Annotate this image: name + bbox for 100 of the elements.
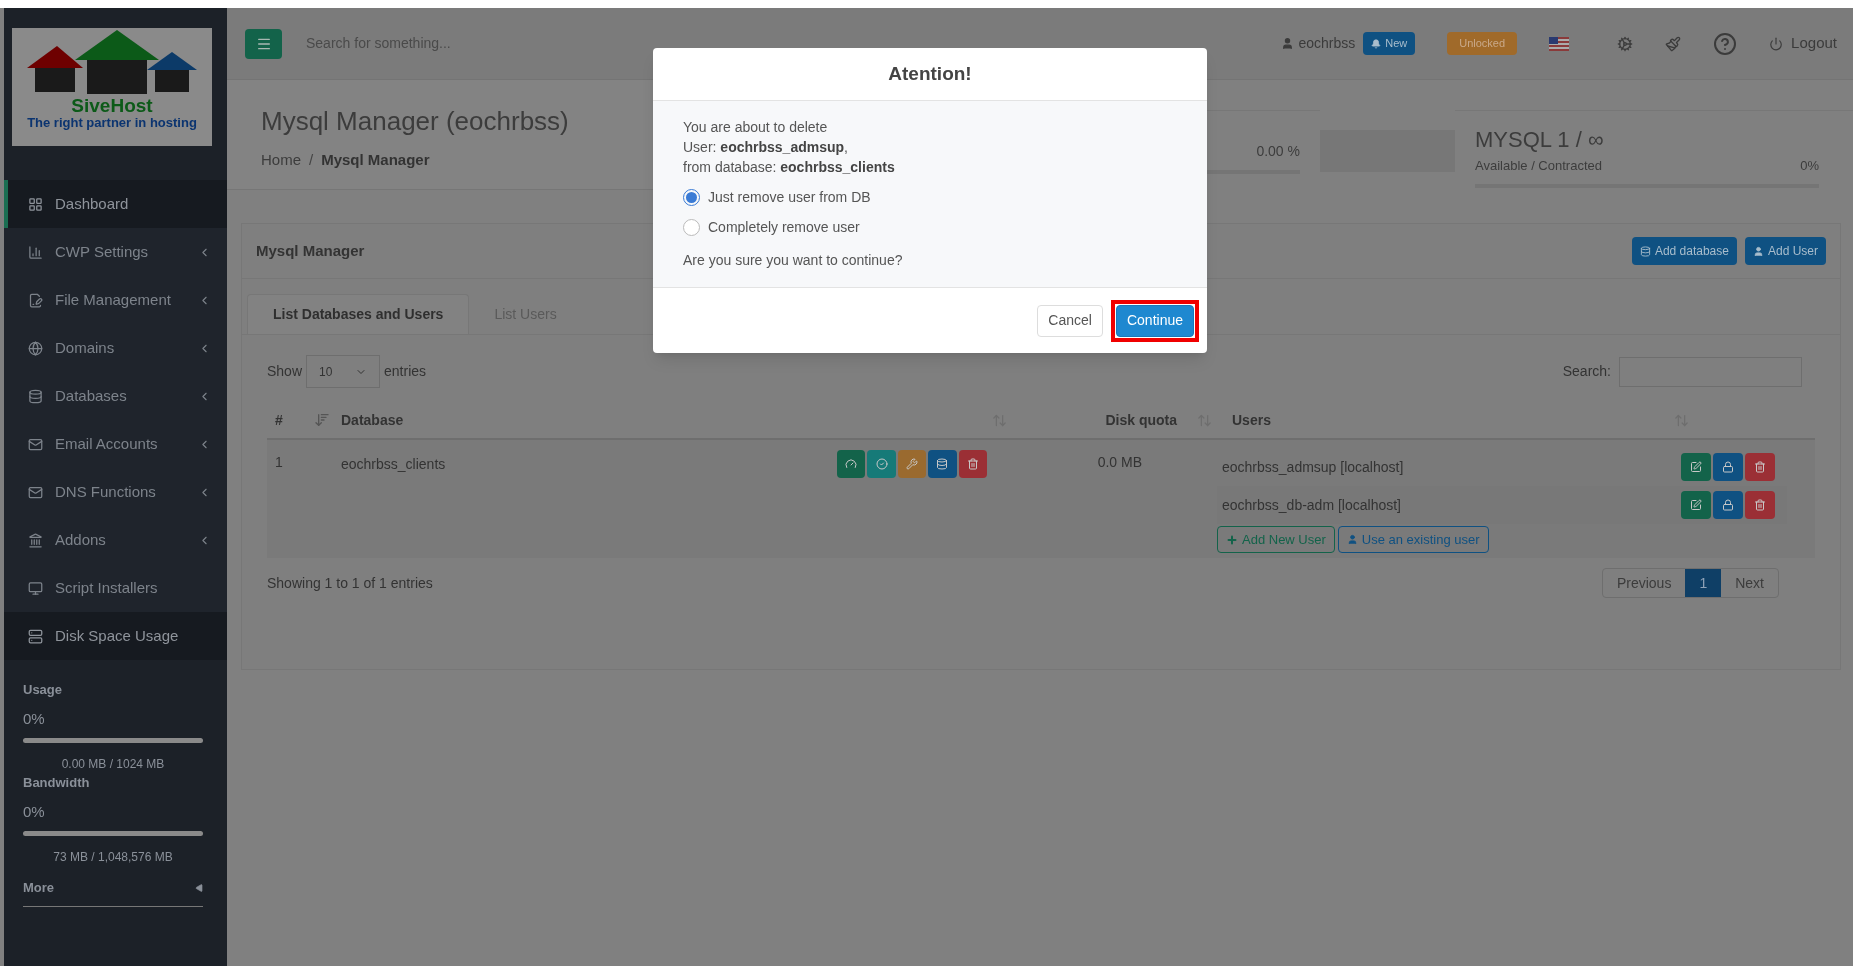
action-button[interactable]: [1681, 453, 1711, 481]
action-button[interactable]: [867, 450, 896, 478]
stat-percent: 0%: [1800, 157, 1819, 175]
action-button[interactable]: [958, 450, 988, 478]
menu-item-icon: [28, 484, 43, 500]
action-button[interactable]: [1681, 491, 1711, 519]
user-icon: [1752, 245, 1764, 257]
menu-item-icon: [28, 580, 43, 596]
database-icon: [936, 458, 949, 470]
tab[interactable]: List Databases and Users: [247, 294, 470, 334]
plus-icon: [1226, 533, 1238, 546]
flag-icon[interactable]: [1549, 36, 1570, 51]
pagination-button[interactable]: Previous: [1602, 569, 1686, 597]
menu-item-icon: [28, 196, 43, 212]
table-cell-text: 1: [274, 453, 284, 472]
action-button[interactable]: [1713, 453, 1743, 481]
dialog-text: You are about to delete: [683, 118, 829, 137]
edit-icon: [1690, 461, 1702, 473]
help-icon[interactable]: [1713, 31, 1738, 56]
lock-icon: [1722, 461, 1734, 473]
sidebar-item[interactable]: Email Accounts: [4, 420, 227, 468]
more-toggle[interactable]: More: [23, 878, 203, 907]
dialog-question: Are you sure you want to continue?: [683, 251, 904, 270]
logo-name: SiveHost: [71, 96, 153, 115]
meter-detail: 73 MB / 1,048,576 MB: [52, 849, 174, 866]
lock-icon: [1722, 499, 1734, 511]
continue-button[interactable]: Continue: [1115, 304, 1194, 337]
add-user-button[interactable]: Add User: [1744, 237, 1826, 265]
menu-item-icon: [28, 628, 43, 644]
pagination-button[interactable]: Next: [1721, 569, 1778, 597]
paintbrush-icon[interactable]: [1665, 35, 1682, 52]
radio-option[interactable]: Completely remove user: [683, 217, 1177, 238]
meter-percent: 0%: [23, 708, 46, 729]
dialog-text: from database: eochrbss_clients: [683, 158, 896, 177]
sidebar-item[interactable]: Dashboard: [4, 180, 227, 228]
radio-option[interactable]: Just remove user from DB: [683, 187, 1177, 208]
entries-select[interactable]: 10: [306, 355, 381, 388]
user-row: eochrbss_admsup [localhost]: [1217, 448, 1787, 486]
menu-item-icon: [28, 532, 43, 548]
wrench-icon: [906, 458, 918, 470]
gauge-icon: [845, 458, 858, 470]
column-header: #: [274, 410, 284, 430]
dialog-title: Atention!: [888, 61, 972, 86]
page-title: Mysql Manager (eochrbss): [261, 105, 569, 138]
table-info: Showing 1 to 1 of 1 entries: [267, 573, 433, 593]
sidebar-item[interactable]: Databases: [4, 372, 227, 420]
pagination-button[interactable]: 1: [1685, 569, 1722, 597]
settings-icon[interactable]: [1617, 35, 1634, 52]
table-cell-text: eochrbss_clients: [340, 455, 447, 474]
show-label: Show: [267, 362, 303, 381]
meter-percent: 0%: [23, 801, 46, 822]
sidebar-item[interactable]: File Management: [4, 276, 227, 324]
breadcrumb-separator: /: [309, 150, 314, 170]
action-button[interactable]: [837, 450, 866, 478]
check-icon: [875, 458, 888, 470]
edit-icon: [1690, 499, 1702, 511]
panel-title: Mysql Manager: [256, 240, 365, 261]
power-icon: [1769, 36, 1784, 51]
unlocked-badge[interactable]: Unlocked: [1447, 32, 1518, 55]
trash-icon: [1754, 499, 1766, 511]
stat-title: MYSQL 1 / ∞: [1475, 126, 1605, 154]
stat-percent: 0.00 %: [1256, 142, 1300, 161]
menu-item-icon: [28, 388, 43, 404]
column-header: Database: [340, 410, 405, 430]
sidebar-item[interactable]: Addons: [4, 516, 227, 564]
table-cell-text: 0.0 MB: [1096, 453, 1142, 472]
column-header: Users: [1231, 410, 1272, 430]
menu-button[interactable]: [245, 28, 282, 59]
add-database-button[interactable]: Add database: [1631, 237, 1737, 265]
caret-icon: [195, 883, 203, 892]
sidebar-item[interactable]: Disk Space Usage: [4, 612, 227, 660]
action-button[interactable]: [1745, 453, 1775, 481]
meter-label: Usage: [23, 681, 64, 699]
username[interactable]: eochrbss: [1298, 33, 1356, 54]
search-label: Search:: [1562, 362, 1611, 381]
new-badge[interactable]: New: [1363, 32, 1416, 55]
menu-item-icon: [28, 436, 43, 452]
menu-item-icon: [28, 292, 43, 308]
sidebar-item[interactable]: CWP Settings: [4, 228, 227, 276]
user-icon: [1281, 37, 1295, 50]
cancel-button[interactable]: Cancel: [1037, 304, 1103, 337]
meter-label: Bandwidth: [23, 774, 91, 792]
breadcrumb-current: Mysql Manager: [321, 150, 430, 170]
action-button[interactable]: [1745, 491, 1775, 519]
column-header: Disk quota: [1104, 410, 1177, 430]
breadcrumb-link[interactable]: Home: [261, 149, 301, 172]
menu-item-icon: [28, 244, 43, 260]
menu-item-icon: [28, 340, 43, 356]
meter-detail: 0.00 MB / 1024 MB: [60, 756, 166, 773]
logout-button[interactable]: Logout: [1769, 32, 1837, 55]
action-button[interactable]: [928, 450, 957, 478]
sidebar-item[interactable]: Domains: [4, 324, 227, 372]
sidebar-item[interactable]: Script Installers: [4, 564, 227, 612]
action-button[interactable]: [1713, 491, 1743, 519]
stat-subtitle: Available / Contracted: [1475, 157, 1602, 175]
database-icon: [1639, 245, 1651, 257]
bell-icon: [1371, 38, 1382, 49]
user-icon: [1346, 534, 1358, 545]
radio-button[interactable]: [683, 219, 700, 236]
sidebar-item[interactable]: DNS Functions: [4, 468, 227, 516]
